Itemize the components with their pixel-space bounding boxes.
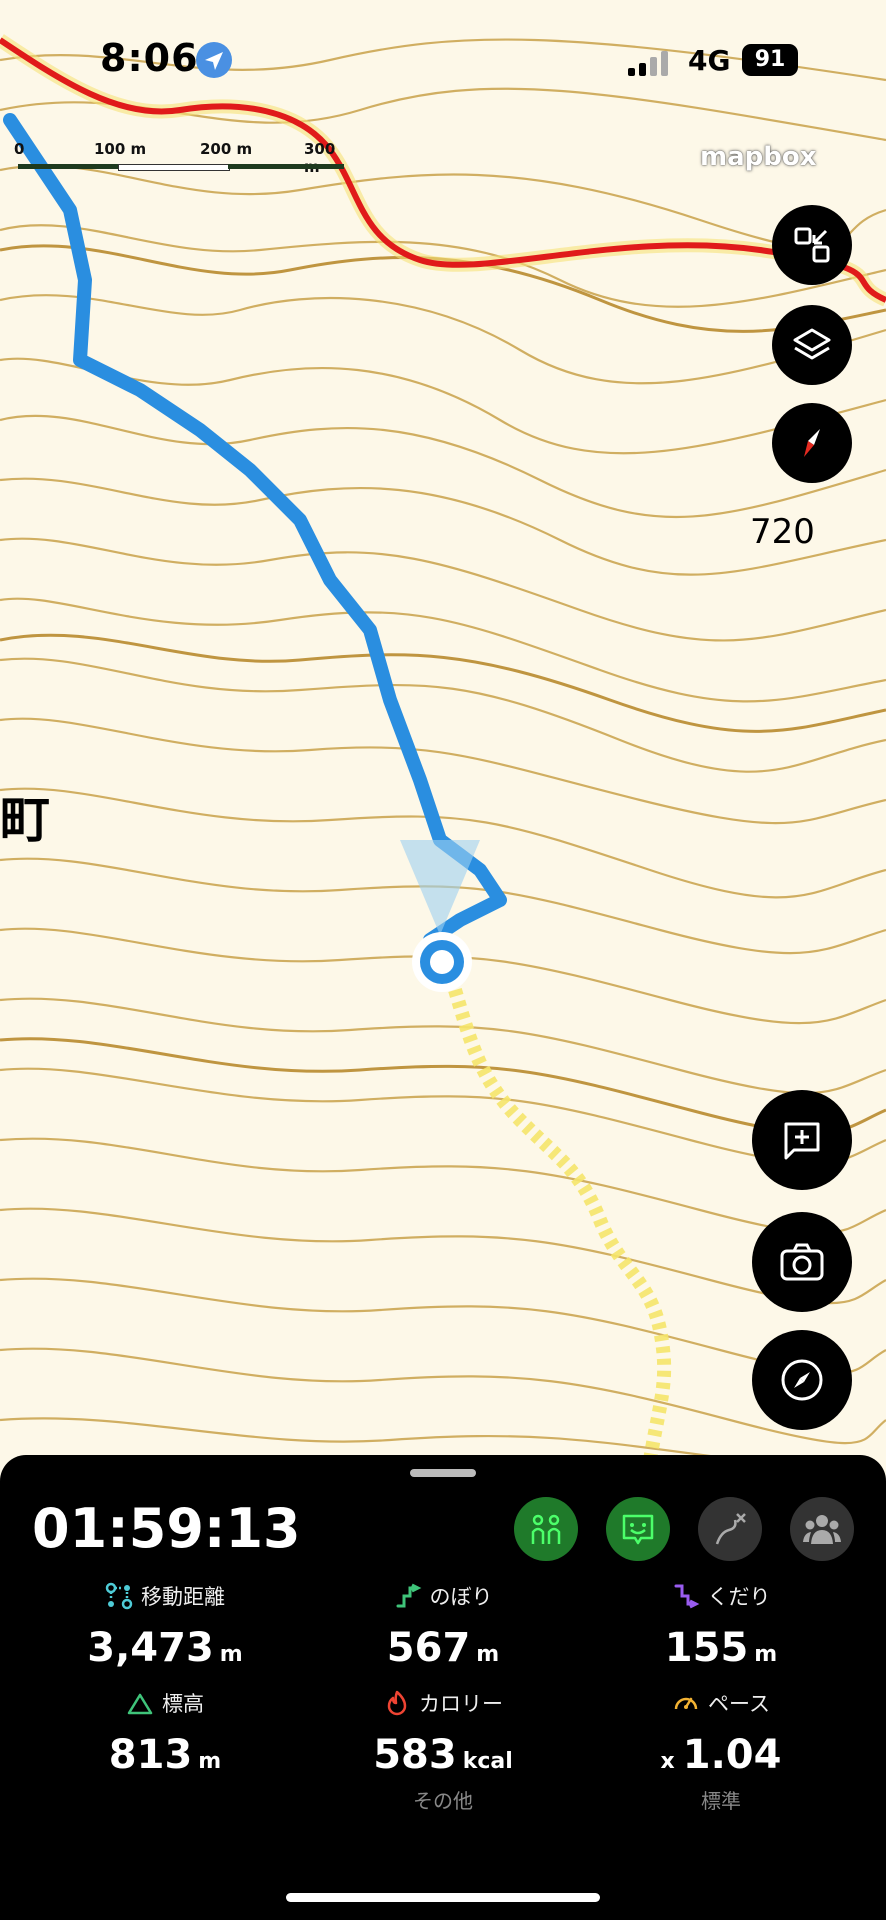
stat-label: ペース xyxy=(708,1692,770,1716)
scale-label: 100 m xyxy=(94,140,147,158)
elapsed-time: 01:59:13 xyxy=(32,1497,301,1560)
status-time: 8:06 xyxy=(100,36,199,80)
stat-descent: くだり 155 m xyxy=(596,1581,846,1671)
stat-unit: m xyxy=(754,1642,778,1667)
stat-value: 1.04 xyxy=(682,1732,782,1778)
elevation-label: 720 xyxy=(750,512,815,552)
stat-pace: ペース x 1.04 xyxy=(596,1688,846,1778)
compass-button[interactable] xyxy=(752,1330,852,1430)
camera-icon xyxy=(780,1243,824,1281)
compass-needle-button[interactable] xyxy=(772,403,852,483)
drag-handle[interactable] xyxy=(410,1469,476,1477)
compass-icon xyxy=(781,1359,823,1401)
place-label: 町 xyxy=(0,791,50,849)
stat-distance: 移動距離 3,473 m xyxy=(40,1581,290,1671)
collapse-icon xyxy=(794,227,830,263)
compass-needle-icon xyxy=(804,429,820,457)
stat-elevation: 標高 813 m xyxy=(40,1688,290,1778)
stat-value: 813 xyxy=(108,1732,193,1778)
route-off-button[interactable] xyxy=(698,1497,762,1561)
map-scale: 0 100 m 200 m 300 m xyxy=(14,140,344,176)
stat-unit: m xyxy=(198,1749,222,1774)
add-note-button[interactable] xyxy=(752,1090,852,1190)
stat-unit: m xyxy=(476,1642,500,1667)
share-location-button[interactable] xyxy=(514,1497,578,1561)
layers-icon xyxy=(793,328,831,360)
stat-label: 移動距離 xyxy=(141,1585,225,1609)
ascent-icon xyxy=(396,1583,421,1608)
speedometer-icon xyxy=(674,1697,698,1710)
status-bar: 8:06 4G 91 xyxy=(0,0,886,120)
stat-value: 567 xyxy=(386,1625,471,1671)
stat-unit: kcal xyxy=(462,1749,513,1774)
location-arrow-icon xyxy=(196,42,232,78)
network-type: 4G xyxy=(688,44,731,77)
scale-label: 200 m xyxy=(200,140,253,158)
stat-label: カロリー xyxy=(419,1692,503,1716)
pace-sub-label: 標準 xyxy=(701,1789,741,1813)
stat-label: のぼり xyxy=(429,1585,493,1609)
distance-icon xyxy=(105,1582,133,1610)
chat-face-icon xyxy=(622,1514,654,1545)
stat-calories: カロリー 583 kcal xyxy=(318,1688,568,1778)
stat-value: 3,473 xyxy=(87,1625,214,1671)
flame-icon xyxy=(387,1690,407,1716)
battery-icon: 91 xyxy=(742,44,798,76)
add-note-icon xyxy=(784,1122,820,1160)
stat-value: 583 xyxy=(373,1732,457,1778)
home-indicator[interactable] xyxy=(286,1893,600,1902)
descent-icon xyxy=(674,1584,699,1609)
calorie-sub-label: その他 xyxy=(413,1789,473,1813)
chat-button[interactable] xyxy=(606,1497,670,1561)
stat-label: 標高 xyxy=(162,1692,204,1716)
mapbox-attribution[interactable]: mapbox xyxy=(700,142,817,172)
group-button[interactable] xyxy=(790,1497,854,1561)
signal-icon xyxy=(628,51,668,76)
layers-button[interactable] xyxy=(772,305,852,385)
stat-value: 155 xyxy=(664,1625,749,1671)
route-off-icon xyxy=(715,1513,746,1545)
camera-button[interactable] xyxy=(752,1212,852,1312)
group-icon xyxy=(803,1515,841,1544)
collapse-button[interactable] xyxy=(772,205,852,285)
mountain-icon xyxy=(127,1693,153,1715)
stat-prefix: x xyxy=(660,1749,675,1774)
activity-panel: 01:59:13 移動距離 3,473 m のぼり 567 m くだり 155 … xyxy=(0,1455,886,1920)
topographic-map[interactable] xyxy=(0,0,886,1460)
stat-ascent: のぼり 567 m xyxy=(318,1581,568,1671)
stat-unit: m xyxy=(219,1642,243,1667)
scale-label: 0 xyxy=(14,140,25,158)
stat-label: くだり xyxy=(707,1585,771,1609)
scale-label: 300 m xyxy=(304,140,336,176)
share-location-icon xyxy=(531,1514,561,1544)
